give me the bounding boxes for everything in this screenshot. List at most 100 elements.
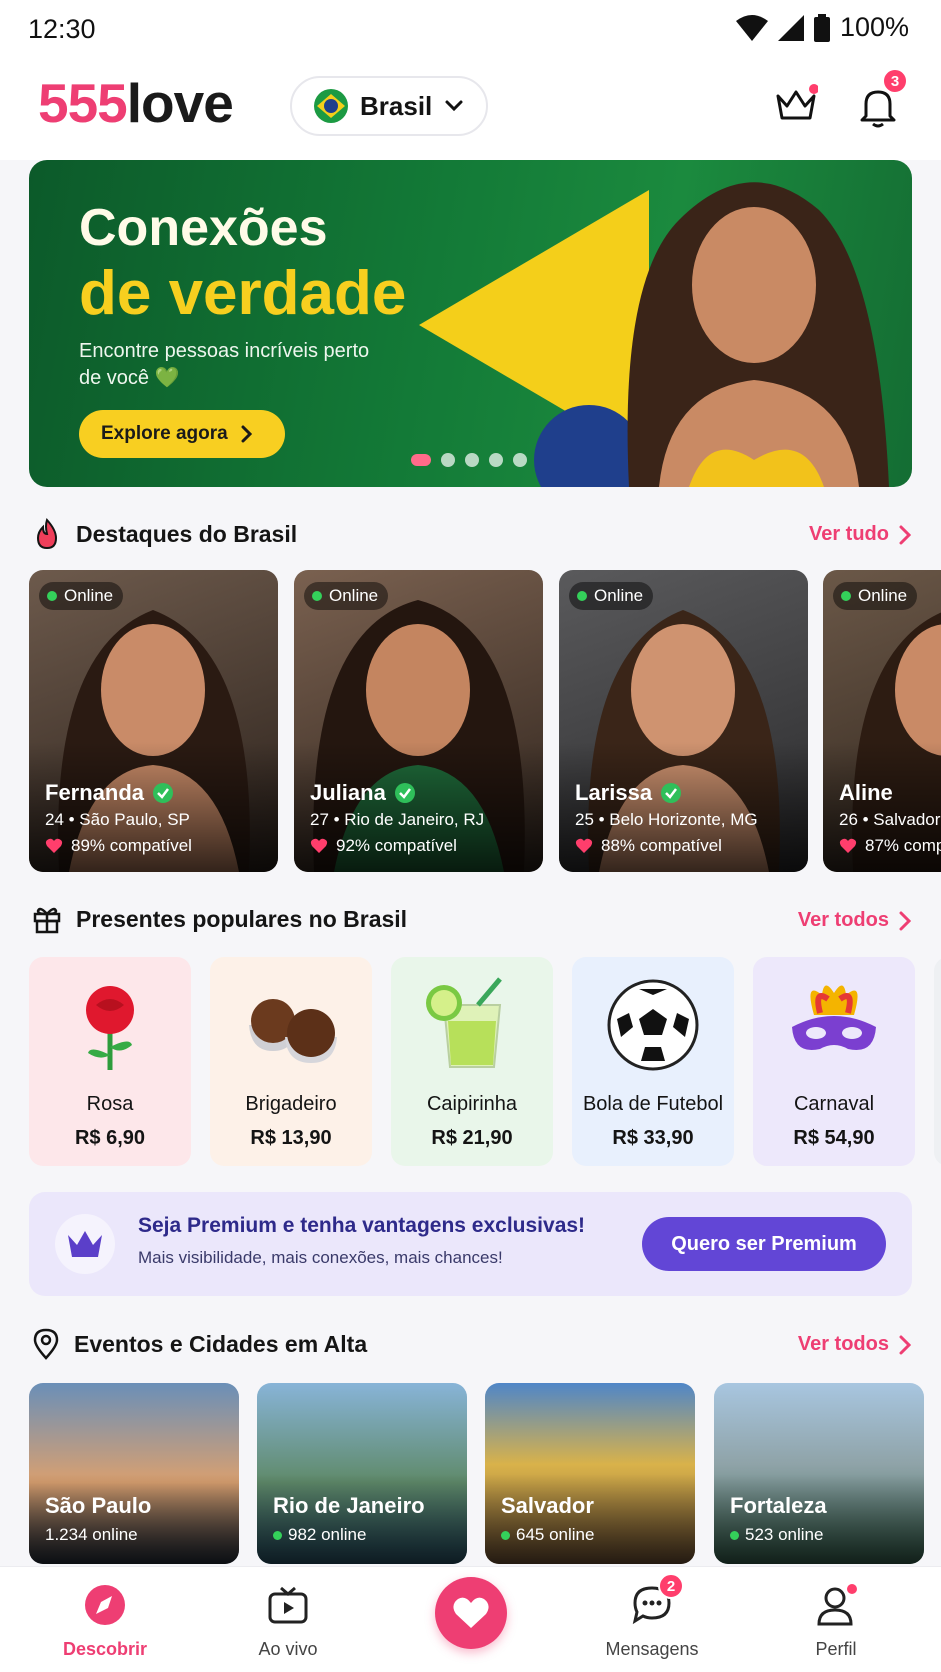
hero-banner[interactable]: Conexões de verdade Encontre pessoas inc… (29, 160, 912, 487)
gifts-see-all-link[interactable]: Ver todos (798, 909, 911, 932)
notifications-button[interactable]: 3 (858, 68, 908, 133)
profile-card[interactable]: Online Juliana 27 • Rio de Janeiro, RJ 9… (294, 570, 543, 872)
highlights-header: Destaques do Brasil (32, 518, 297, 550)
nav-messages[interactable]: 2 Mensagens (582, 1573, 722, 1660)
premium-crown-button[interactable] (774, 84, 819, 129)
nav-profile[interactable]: Perfil (766, 1583, 906, 1660)
profile-meta: 26 • Salvador, BA (839, 810, 941, 829)
carousel-dot[interactable] (411, 454, 431, 466)
gift-name: Bola de Futebol (582, 1093, 724, 1115)
battery-icon (813, 13, 830, 42)
chevron-right-icon (241, 425, 252, 443)
carousel-indicators (411, 453, 527, 467)
profile-compat-text: 88% compatível (601, 836, 722, 855)
match-heart-button[interactable] (435, 1577, 507, 1649)
online-badge: Online (833, 582, 918, 610)
profile-card[interactable]: Online Fernanda 24 • São Paulo, SP 89% c… (29, 570, 278, 872)
highlights-carousel[interactable]: Online Fernanda 24 • São Paulo, SP 89% c… (29, 570, 941, 874)
cities-carousel[interactable]: São Paulo 1.234 online Rio de Janeiro 98… (29, 1383, 941, 1565)
carousel-dot[interactable] (489, 453, 503, 467)
city-name: Rio de Janeiro (273, 1493, 425, 1518)
explore-button[interactable]: Explore agora (79, 410, 285, 458)
gift-name: Brigadeiro (245, 1093, 337, 1115)
become-premium-button[interactable]: Quero ser Premium (642, 1217, 886, 1271)
heart-icon (45, 838, 63, 853)
profile-compat: 87% compatível (839, 836, 941, 856)
gift-card[interactable]: Caipirinha R$ 21,90 (391, 957, 553, 1166)
profile-name-text: Larissa (575, 780, 653, 805)
profile-card[interactable]: Online Aline 26 • Salvador, BA 87% compa… (823, 570, 941, 872)
logo-word: love (126, 72, 234, 134)
gift-card[interactable]: Carnaval R$ 54,90 (753, 957, 915, 1166)
flame-icon (36, 518, 58, 550)
gift-card[interactable]: Bola de Futebol R$ 33,90 (572, 957, 734, 1166)
nav-messages-icon-wrap: 2 (582, 1573, 722, 1627)
gift-card[interactable] (934, 957, 941, 1166)
highlights-see-all-label: Ver tudo (808, 523, 889, 545)
online-dot-icon (501, 1530, 510, 1540)
profile-name: Aline (839, 780, 893, 806)
city-card[interactable]: Salvador 645 online (485, 1383, 695, 1564)
brazil-flag-icon (314, 89, 348, 123)
profile-name: Larissa (575, 780, 682, 806)
logo-number: 555 (38, 72, 128, 134)
carousel-dot[interactable] (513, 453, 527, 467)
verified-icon (394, 783, 415, 803)
gifts-carousel[interactable]: Rosa R$ 6,90 Brigadeiro R$ 13,90 Caipiri… (29, 957, 941, 1167)
profile-meta: 25 • Belo Horizonte, MG (575, 810, 758, 829)
premium-title: Seja Premium e tenha vantagens exclusiva… (138, 1214, 586, 1237)
profile-meta: 27 • Rio de Janeiro, RJ (310, 810, 485, 829)
city-card[interactable]: Rio de Janeiro 982 online (257, 1383, 467, 1564)
city-online-text: 523 online (745, 1525, 824, 1544)
profile-compat-text: 87% compatível (865, 836, 941, 855)
card-gradient (485, 1474, 695, 1564)
nav-live-label: Ao vivo (258, 1639, 318, 1659)
notification-badge: 3 (882, 68, 908, 94)
premium-crown-badge (55, 1214, 115, 1274)
city-card[interactable]: São Paulo 1.234 online (29, 1383, 239, 1564)
profile-card[interactable]: Online Larissa 25 • Belo Horizonte, MG 8… (559, 570, 808, 872)
gift-name: Caipirinha (426, 1093, 518, 1115)
gift-name: Rosa (86, 1093, 134, 1115)
profile-compat: 92% compatível (310, 836, 457, 856)
gift-card[interactable]: Brigadeiro R$ 13,90 (210, 957, 372, 1166)
nav-discover-icon-wrap (35, 1583, 175, 1627)
gift-card[interactable]: Rosa R$ 6,90 (29, 957, 191, 1166)
brigadeiro-icon (249, 999, 337, 1063)
profile-name-text: Juliana (310, 780, 386, 805)
hero-title-line1: Conexões (79, 199, 328, 257)
city-online-text: 645 online (516, 1525, 595, 1544)
crown-icon (68, 1231, 102, 1257)
city-name: Salvador (501, 1493, 594, 1518)
cities-title: Eventos e Cidades em Alta (74, 1330, 368, 1357)
carousel-dot[interactable] (441, 453, 455, 467)
online-dot-icon (730, 1530, 739, 1540)
nav-live[interactable]: Ao vivo (218, 1583, 358, 1660)
profile-name-text: Fernanda (45, 780, 145, 805)
highlights-title: Destaques do Brasil (76, 520, 298, 547)
gift-price: R$ 21,90 (431, 1127, 513, 1149)
nav-messages-label: Mensagens (605, 1639, 699, 1659)
caipirinha-icon (426, 977, 502, 1068)
cellular-icon (777, 14, 804, 41)
app-logo[interactable]: 555love (38, 76, 234, 131)
country-selector[interactable]: Brasil (290, 76, 488, 136)
profile-compat-text: 92% compatível (336, 836, 457, 855)
rose-icon (86, 986, 134, 1070)
status-bar: 12:30 100% (0, 0, 941, 58)
chevron-right-icon (899, 525, 911, 544)
highlights-see-all-link[interactable]: Ver tudo (809, 523, 911, 546)
verified-icon (153, 783, 174, 803)
nav-discover[interactable]: Descobrir (35, 1583, 175, 1660)
carousel-dot[interactable] (465, 453, 479, 467)
city-online: 982 online (273, 1525, 366, 1545)
status-icons: 100% (735, 12, 909, 43)
city-name: São Paulo (45, 1493, 152, 1518)
cities-header: Eventos e Cidades em Alta (32, 1328, 367, 1360)
gift-icon (33, 907, 61, 934)
city-card[interactable]: Fortaleza 523 online (714, 1383, 924, 1564)
online-dot-icon (312, 591, 322, 601)
heart-icon (839, 838, 857, 853)
cities-see-all-link[interactable]: Ver todos (798, 1333, 911, 1356)
heart-icon (453, 1597, 489, 1628)
